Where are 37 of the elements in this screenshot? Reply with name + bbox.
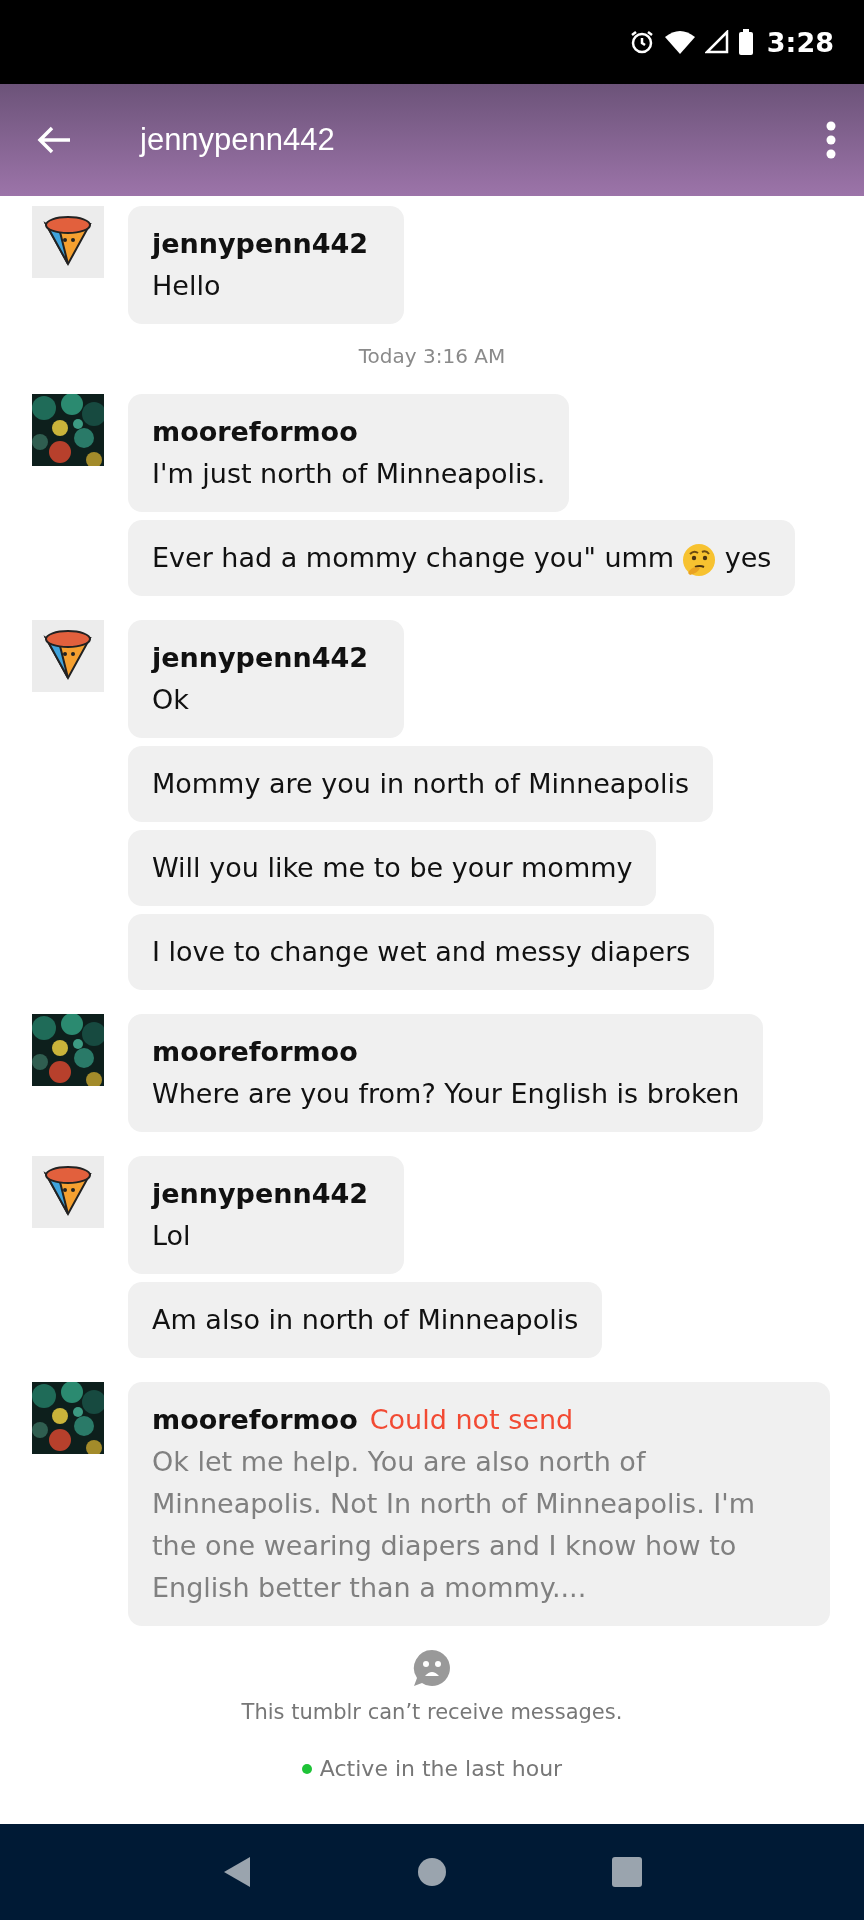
message-text: yes (724, 542, 772, 573)
battery-icon (738, 29, 753, 55)
back-nav-button[interactable] (222, 1855, 253, 1889)
back-button[interactable] (36, 125, 72, 155)
notice-text: This tumblr can’t receive messages. (241, 1700, 623, 1724)
message-text: Will you like me to be your mommy (152, 851, 633, 885)
message-text: I love to change wet and messy diapers (152, 935, 691, 969)
message-text: Mommy are you in north of Minneapolis (152, 767, 690, 801)
presence-text: Active in the last hour (319, 1756, 563, 1781)
message-text: Ever had a mommy change you" umm (152, 542, 675, 573)
cone-avatar-icon (32, 206, 104, 278)
home-nav-button[interactable] (417, 1857, 447, 1887)
header-title: jennypenn442 (140, 122, 336, 158)
sender-name: mooreformoo (152, 1036, 358, 1067)
sender-name: jennypenn442 (152, 228, 369, 259)
sender-name: mooreformoo (152, 416, 358, 447)
signal-icon (704, 30, 729, 54)
message-text: I'm just north of Minneapolis. (152, 457, 546, 491)
timestamp: Today 3:16 AM (358, 344, 506, 368)
sad-face-icon (412, 1648, 452, 1688)
message-text: Ok let me help. You are also north of Minneapolis. Not In north of Minneapolis. I'm the one wearing diapers and I know how to English better than a mommy.... (152, 1445, 756, 1605)
message-text: Where are you from? Your English is broken (152, 1077, 740, 1111)
sender-name: jennypenn442 (152, 1178, 369, 1209)
message-text: Hello (152, 269, 222, 303)
clock-time: 3:28 (766, 26, 834, 58)
sender-name: mooreformoo (152, 1404, 358, 1435)
message-text: Am also in north of Minneapolis (152, 1303, 579, 1337)
cone-avatar-icon (32, 1156, 104, 1228)
message-text: Ok (152, 683, 190, 717)
cone-avatar-icon (32, 620, 104, 692)
error-label: Could not send (369, 1404, 574, 1435)
recents-nav-button[interactable] (611, 1857, 642, 1887)
sender-name: jennypenn442 (152, 642, 369, 673)
message-text: Lol (152, 1219, 192, 1253)
more-options-button[interactable] (826, 121, 836, 159)
thinking-face-icon (682, 542, 717, 577)
wifi-icon (664, 30, 695, 54)
